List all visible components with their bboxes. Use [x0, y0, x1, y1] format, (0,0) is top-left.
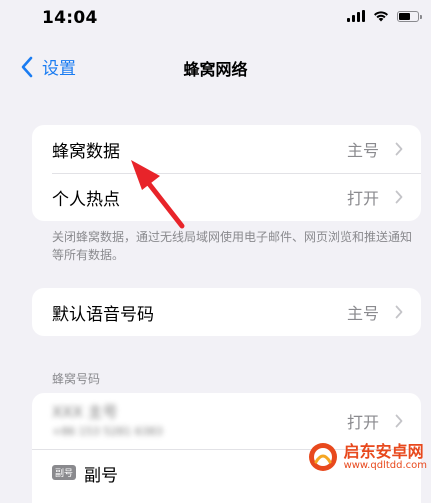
line-title: XXX 主号	[52, 403, 118, 421]
row-label: 蜂窝数据	[52, 141, 120, 162]
row-label: 默认语音号码	[52, 304, 154, 325]
row-personal-hotspot[interactable]: 个人热点 打开	[32, 173, 421, 221]
row-label: 副号	[84, 466, 118, 486]
chevron-right-icon	[395, 190, 403, 204]
row-label: 个人热点	[52, 189, 120, 210]
watermark-name: 启东安卓网	[343, 441, 424, 461]
section-header: 蜂窝号码	[52, 372, 101, 386]
row-cellular-data[interactable]: 蜂窝数据 主号	[32, 125, 421, 173]
settings-group-voice: 默认语音号码 主号	[32, 288, 421, 336]
signal-icon	[347, 10, 365, 22]
row-value: 主号	[346, 141, 379, 160]
status-time: 14:04	[42, 8, 98, 28]
row-primary-line[interactable]: XXX 主号 +86 153 5281 6383 打开	[32, 393, 421, 449]
wifi-icon	[374, 11, 388, 22]
watermark-logo-icon	[308, 443, 337, 471]
chevron-right-icon	[395, 305, 403, 319]
chevron-right-icon	[395, 414, 403, 428]
chevron-right-icon	[395, 142, 403, 156]
status-icons	[347, 10, 422, 22]
watermark-url: www.qdltdd.com	[343, 460, 427, 472]
nav-bar: 设置 蜂窝网络	[0, 48, 431, 88]
row-value: 主号	[346, 304, 379, 323]
status-bar: 14:04	[0, 0, 431, 40]
row-value: 打开	[346, 413, 379, 432]
page-title: 蜂窝网络	[183, 60, 248, 79]
battery-icon	[397, 10, 422, 22]
footer-note: 关闭蜂窝数据，通过无线局域网使用电子邮件、网页浏览和推送通知等所有数据。	[52, 230, 413, 262]
line-number: +86 153 5281 6383	[52, 425, 163, 438]
row-default-voice-line[interactable]: 默认语音号码 主号	[32, 288, 421, 336]
settings-group-cellular: 蜂窝数据 主号 个人热点 打开	[32, 125, 421, 221]
row-value: 打开	[346, 189, 379, 208]
watermark: 启东安卓网 www.qdltdd.com	[308, 442, 427, 472]
row-divider	[52, 173, 421, 174]
